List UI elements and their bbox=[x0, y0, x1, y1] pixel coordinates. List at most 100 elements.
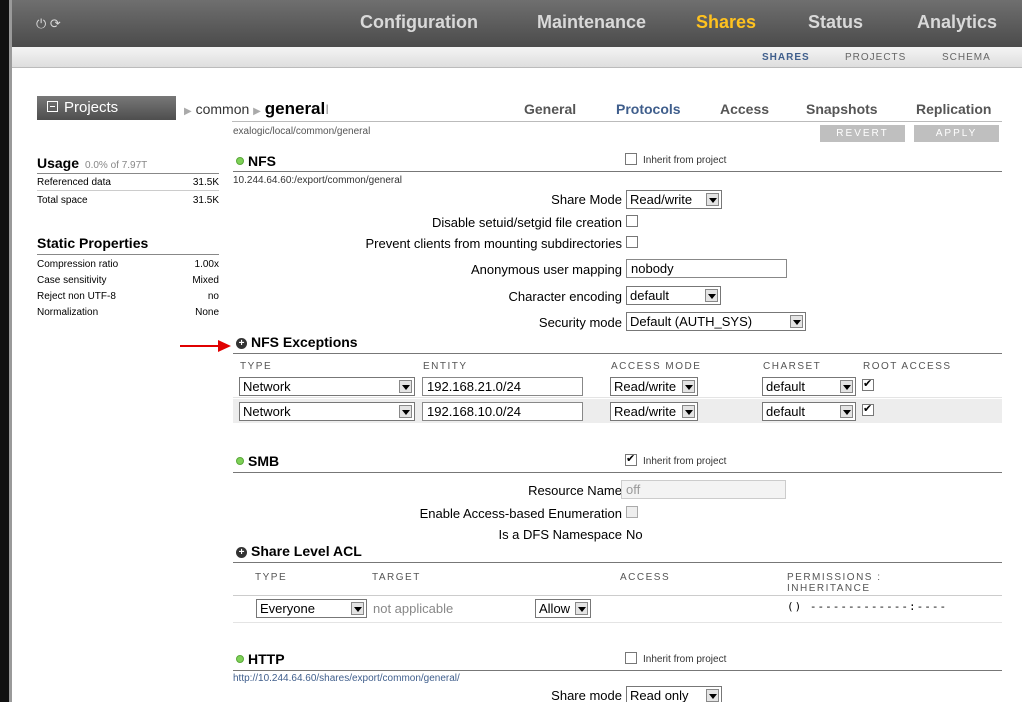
http-url-link[interactable]: http://10.244.64.60/shares/export/common… bbox=[233, 673, 460, 684]
nfs-exceptions-title-text: NFS Exceptions bbox=[251, 334, 358, 350]
breadcrumb-current[interactable]: general bbox=[265, 99, 325, 118]
projects-button[interactable]: Projects bbox=[37, 96, 176, 120]
acl-access-select[interactable]: Allow bbox=[535, 599, 591, 618]
static-row-value: no bbox=[207, 291, 219, 302]
exception-entity-input[interactable] bbox=[422, 402, 583, 421]
acl-title-text: Share Level ACL bbox=[251, 543, 362, 559]
usage-row: Referenced data 31.5K bbox=[37, 175, 219, 191]
tab-general[interactable]: General bbox=[524, 101, 576, 117]
acl-type-value: Everyone bbox=[260, 601, 315, 616]
exception-access-value: Read/write bbox=[614, 379, 677, 394]
static-row: Normalization None bbox=[37, 305, 219, 321]
static-row-label: Normalization bbox=[37, 307, 99, 318]
http-divider bbox=[233, 670, 1002, 671]
subnav-schema[interactable]: SCHEMA bbox=[942, 52, 991, 63]
setuid-checkbox[interactable] bbox=[626, 215, 638, 227]
nav-status[interactable]: Status bbox=[808, 12, 863, 33]
dropdown-arrow-icon bbox=[840, 380, 853, 393]
nfs-export-path: 10.244.64.60:/export/common/general bbox=[233, 175, 402, 186]
share-mode-value: Read/write bbox=[630, 192, 693, 207]
prevent-mount-checkbox[interactable] bbox=[626, 236, 638, 248]
char-encoding-value: default bbox=[630, 288, 670, 303]
add-acl-icon[interactable]: + bbox=[236, 547, 247, 558]
exception-charset-value: default bbox=[766, 404, 806, 419]
http-title: HTTP bbox=[236, 651, 285, 667]
usage-row-value: 31.5K bbox=[192, 195, 219, 206]
http-share-mode-select[interactable]: Read only bbox=[626, 686, 722, 702]
static-row: Compression ratio 1.00x bbox=[37, 257, 219, 273]
http-share-mode-label: Share mode bbox=[551, 688, 622, 702]
tab-protocols[interactable]: Protocols bbox=[616, 101, 681, 117]
tab-access[interactable]: Access bbox=[720, 101, 769, 117]
exception-type-value: Network bbox=[243, 379, 291, 394]
status-online-icon bbox=[236, 457, 244, 465]
col-header-access-mode: ACCESS MODE bbox=[611, 361, 702, 372]
acl-permissions-value[interactable]: () -------------:---- bbox=[787, 600, 947, 613]
exception-charset-select[interactable]: default bbox=[762, 402, 856, 421]
dfs-label: Is a DFS Namespace bbox=[498, 527, 622, 542]
char-encoding-select[interactable]: default bbox=[626, 286, 721, 305]
smb-divider bbox=[233, 472, 1002, 473]
add-exception-icon[interactable]: + bbox=[236, 338, 247, 349]
static-row-label: Compression ratio bbox=[37, 259, 119, 270]
dropdown-arrow-icon bbox=[790, 315, 803, 328]
col-header-root-access: ROOT ACCESS bbox=[863, 361, 952, 372]
smb-inherit-checkbox[interactable] bbox=[625, 452, 637, 466]
exception-type-select[interactable]: Network bbox=[239, 377, 415, 396]
projects-button-label: Projects bbox=[64, 99, 119, 116]
subnav-shares[interactable]: SHARES bbox=[762, 52, 810, 63]
tab-snapshots[interactable]: Snapshots bbox=[806, 101, 878, 117]
dropdown-arrow-icon bbox=[682, 380, 695, 393]
resource-name-label: Resource Name bbox=[528, 483, 622, 498]
nav-maintenance[interactable]: Maintenance bbox=[537, 12, 646, 33]
exception-access-select[interactable]: Read/write bbox=[610, 377, 698, 396]
acl-header-divider bbox=[233, 595, 1002, 596]
static-row: Case sensitivity Mixed bbox=[37, 273, 219, 289]
exception-charset-value: default bbox=[766, 379, 806, 394]
security-mode-select[interactable]: Default (AUTH_SYS) bbox=[626, 312, 806, 331]
smb-inherit-label: Inherit from project bbox=[643, 456, 727, 467]
breadcrumb-parent[interactable]: common bbox=[196, 101, 250, 117]
resource-name-input[interactable] bbox=[621, 480, 786, 499]
power-refresh-icon[interactable]: ⏻ ⟳ bbox=[36, 16, 61, 32]
nav-configuration[interactable]: Configuration bbox=[360, 12, 478, 33]
static-row-label: Case sensitivity bbox=[37, 275, 107, 286]
sub-nav-bar: SHARES PROJECTS SCHEMA bbox=[12, 47, 1022, 68]
usage-row: Total space 31.5K bbox=[37, 193, 219, 209]
nav-analytics[interactable]: Analytics bbox=[917, 12, 997, 33]
anon-mapping-input[interactable] bbox=[626, 259, 787, 278]
root-access-checkbox[interactable] bbox=[862, 402, 874, 416]
nfs-inherit-checkbox[interactable] bbox=[625, 153, 637, 165]
anon-mapping-label: Anonymous user mapping bbox=[470, 262, 622, 277]
dropdown-arrow-icon bbox=[351, 602, 364, 615]
abe-checkbox[interactable] bbox=[626, 506, 638, 518]
nfs-inherit-label: Inherit from project bbox=[643, 155, 727, 166]
share-mode-select[interactable]: Read/write bbox=[626, 190, 722, 209]
status-online-icon bbox=[236, 157, 244, 165]
exception-access-select[interactable]: Read/write bbox=[610, 402, 698, 421]
nfs-title: NFS bbox=[236, 153, 276, 169]
smb-title-text: SMB bbox=[248, 453, 280, 469]
tab-replication[interactable]: Replication bbox=[916, 101, 991, 117]
security-mode-value: Default (AUTH_SYS) bbox=[630, 314, 753, 329]
acl-divider bbox=[233, 562, 1002, 563]
subnav-projects[interactable]: PROJECTS bbox=[845, 52, 906, 63]
root-access-checkbox[interactable] bbox=[862, 377, 874, 391]
http-inherit-checkbox[interactable] bbox=[625, 652, 637, 664]
breadcrumb-arrow-icon: ▶ bbox=[184, 106, 192, 117]
acl-type-select[interactable]: Everyone bbox=[256, 599, 367, 618]
dropdown-arrow-icon bbox=[575, 602, 588, 615]
breadcrumb-arrow-icon: ▶ bbox=[253, 106, 261, 117]
text-cursor-icon: I bbox=[325, 101, 330, 117]
nfs-divider bbox=[233, 171, 1002, 172]
red-arrow-icon bbox=[180, 340, 231, 352]
exception-charset-select[interactable]: default bbox=[762, 377, 856, 396]
static-properties-title: Static Properties bbox=[37, 235, 149, 251]
static-row-value: None bbox=[195, 307, 219, 318]
prevent-mount-label: Prevent clients from mounting subdirecto… bbox=[365, 236, 622, 251]
exception-entity-input[interactable] bbox=[422, 377, 583, 396]
revert-button[interactable]: REVERT bbox=[820, 125, 905, 142]
exception-type-select[interactable]: Network bbox=[239, 402, 415, 421]
apply-button[interactable]: APPLY bbox=[914, 125, 999, 142]
nav-shares[interactable]: Shares bbox=[696, 12, 756, 33]
